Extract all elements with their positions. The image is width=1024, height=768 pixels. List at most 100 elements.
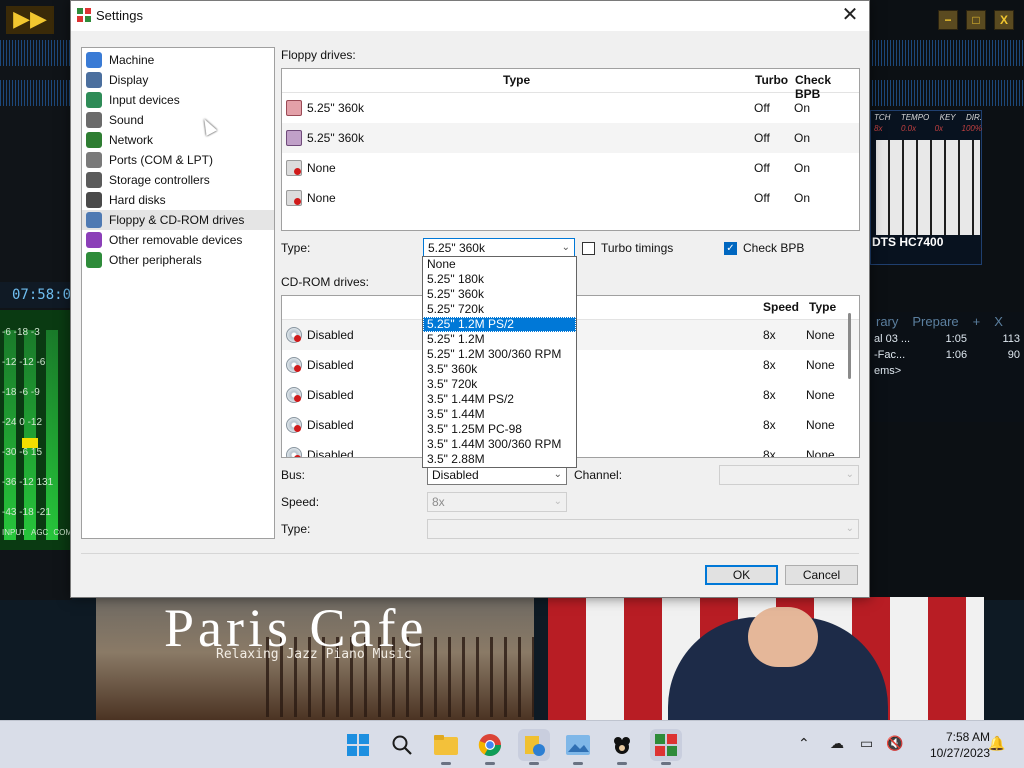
playlist-tab[interactable]: rary — [876, 314, 898, 329]
playlist-row[interactable]: ems> — [870, 363, 1024, 379]
column-header-type[interactable]: Type — [809, 300, 836, 314]
floppy-section-label: Floppy drives: — [281, 48, 356, 62]
notification-bell-icon[interactable]: 🔔 — [988, 735, 1005, 752]
deck-label: DIR. — [966, 113, 982, 122]
cdrom-speed-select[interactable]: 8x ⌄ — [427, 492, 567, 512]
playlist-row[interactable]: -Fac... 1:06 90 — [870, 347, 1024, 363]
dropdown-option[interactable]: 5.25" 360k — [423, 287, 576, 302]
cdrom-type-select[interactable]: ⌄ — [427, 519, 859, 539]
nav-item-sound[interactable]: Sound — [82, 110, 274, 130]
cdrom-row-bus: Disabled — [307, 448, 354, 458]
cdrom-row-bus: Disabled — [307, 358, 354, 372]
deck-label: KEY — [939, 113, 956, 122]
search-icon[interactable] — [386, 729, 418, 761]
dropdown-option[interactable]: 3.5" 1.44M — [423, 407, 576, 422]
ok-button[interactable]: OK — [705, 565, 778, 585]
floppy-row-check-bpb: On — [794, 131, 811, 145]
column-header-turbo[interactable]: Turbo — [755, 73, 788, 87]
dropdown-option-highlighted[interactable]: 5.25" 1.2M PS/2 — [423, 317, 576, 332]
file-explorer-icon[interactable] — [430, 729, 462, 765]
floppy-type-select[interactable]: 5.25" 360k ⌄ — [423, 238, 575, 258]
playlist-tab[interactable]: + — [973, 314, 981, 329]
app-icon[interactable] — [518, 729, 550, 765]
display-icon[interactable]: ▭ — [860, 735, 873, 752]
image-viewer-icon[interactable] — [562, 729, 594, 765]
mixer-scale-row: -6 -18 -3 — [2, 327, 40, 338]
cdrom-row-bus: Disabled — [307, 328, 354, 342]
playlist-tab[interactable]: X — [994, 314, 1003, 329]
nav-item-network[interactable]: Network — [82, 130, 274, 150]
dropdown-option[interactable]: 3.5" 1.44M 300/360 RPM — [423, 437, 576, 452]
video-paris-cafe[interactable]: Paris Cafe Relaxing Jazz Piano Music — [96, 597, 534, 720]
deck-label: TEMPO — [900, 113, 930, 122]
nav-item-ports[interactable]: Ports (COM & LPT) — [82, 150, 274, 170]
deck-value: 0.0x — [900, 124, 917, 133]
minimize-icon[interactable]: − — [938, 10, 958, 30]
disabled-badge-icon — [294, 455, 301, 457]
dropdown-option[interactable]: 3.5" 2.88M — [423, 452, 576, 467]
playlist-tab[interactable]: Prepare — [912, 314, 958, 329]
input-devices-icon — [86, 92, 102, 108]
dropdown-option[interactable]: 5.25" 1.2M 300/360 RPM — [423, 347, 576, 362]
nav-item-floppy-cdrom[interactable]: Floppy & CD-ROM drives — [82, 210, 274, 230]
floppy-row-check-bpb: On — [794, 101, 811, 115]
nav-item-input-devices[interactable]: Input devices — [82, 90, 274, 110]
playlist-row[interactable]: al 03 ... 1:05 113 — [870, 331, 1024, 347]
floppy-row[interactable]: 5.25" 360k Off On — [282, 93, 859, 123]
nav-item-removable-devices[interactable]: Other removable devices — [82, 230, 274, 250]
game-icon[interactable] — [606, 729, 638, 765]
cdrom-table-scrollbar[interactable] — [848, 313, 851, 379]
taskbar-clock[interactable]: 7:58 AM 10/27/2023 — [918, 729, 990, 761]
nav-item-label: Ports (COM & LPT) — [109, 153, 214, 167]
video-news[interactable] — [548, 597, 984, 720]
mixer-scale-row: -36 -12 131 — [2, 477, 54, 488]
cloud-icon[interactable]: ☁ — [830, 735, 844, 752]
dropdown-option[interactable]: 3.5" 1.44M PS/2 — [423, 392, 576, 407]
turbo-timings-checkbox[interactable]: Turbo timings — [582, 241, 673, 255]
floppy-row[interactable]: None Off On — [282, 153, 859, 183]
nav-item-machine[interactable]: Machine — [82, 50, 274, 70]
floppy-row-turbo: Off — [754, 161, 770, 175]
dropdown-option[interactable]: 5.25" 180k — [423, 272, 576, 287]
chevron-up-icon[interactable]: ⌃ — [798, 735, 810, 752]
floppy-row[interactable]: 5.25" 360k Off On — [282, 123, 859, 153]
dropdown-option[interactable]: 5.25" 1.2M — [423, 332, 576, 347]
close-icon[interactable]: X — [994, 10, 1014, 30]
cdrom-bus-select[interactable]: Disabled ⌄ — [427, 465, 567, 485]
floppy-row-turbo: Off — [754, 191, 770, 205]
machine-icon — [86, 52, 102, 68]
mixer-scale: -6 -18 -3 -12 -12 -6 -18 -6 -9 -24 0 -12… — [2, 318, 77, 538]
deck-label: TCH — [874, 113, 891, 122]
start-icon[interactable] — [342, 729, 374, 761]
volume-muted-icon[interactable]: 🔇 — [886, 735, 903, 752]
dropdown-option[interactable]: 3.5" 1.25M PC-98 — [423, 422, 576, 437]
nav-item-peripherals[interactable]: Other peripherals — [82, 250, 274, 270]
nav-item-display[interactable]: Display — [82, 70, 274, 90]
dropdown-option[interactable]: 5.25" 720k — [423, 302, 576, 317]
dropdown-option[interactable]: 3.5" 360k — [423, 362, 576, 377]
nav-item-storage-controllers[interactable]: Storage controllers — [82, 170, 274, 190]
maximize-icon[interactable]: □ — [966, 10, 986, 30]
nav-item-hard-disks[interactable]: Hard disks — [82, 190, 274, 210]
cdrom-section-label: CD-ROM drives: — [281, 275, 370, 289]
check-bpb-checkbox[interactable]: ✓ Check BPB — [724, 241, 804, 255]
cdrom-channel-select[interactable]: ⌄ — [719, 465, 859, 485]
cdrom-row-speed: 8x — [763, 418, 776, 432]
floppy-row-turbo: Off — [754, 131, 770, 145]
floppy-row[interactable]: None Off On — [282, 183, 859, 213]
floppy-type-value: 5.25" 360k — [428, 241, 485, 255]
column-header-type[interactable]: Type — [503, 73, 530, 87]
chrome-icon[interactable] — [474, 729, 506, 765]
checkmark-icon: ✓ — [724, 241, 737, 255]
emulator-icon[interactable] — [650, 729, 682, 765]
storage-controllers-icon — [86, 172, 102, 188]
close-button[interactable]: ✕ — [831, 1, 869, 31]
floppy-row-type: None — [307, 191, 336, 205]
floppy-table-header: Type Turbo Check BPB — [282, 69, 859, 101]
clock-time: 7:58 AM — [945, 730, 990, 744]
cancel-button[interactable]: Cancel — [785, 565, 858, 585]
dropdown-option[interactable]: None — [423, 257, 576, 272]
nav-item-label: Hard disks — [109, 193, 166, 207]
column-header-speed[interactable]: Speed — [763, 300, 799, 314]
dropdown-option[interactable]: 3.5" 720k — [423, 377, 576, 392]
